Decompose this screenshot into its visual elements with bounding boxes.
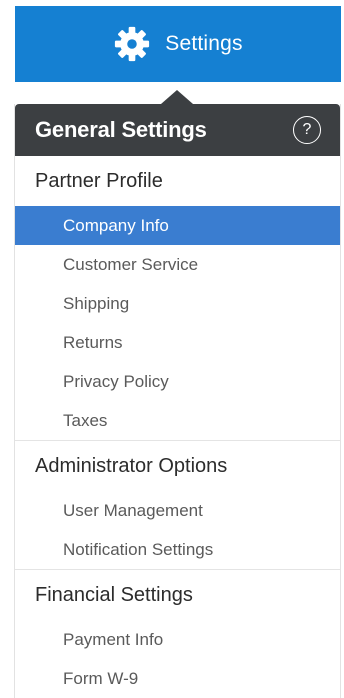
section-partner-profile: Partner Profile Company Info Customer Se…	[15, 156, 340, 441]
panel-header: General Settings ?	[15, 104, 340, 156]
question-circle-icon[interactable]: ?	[293, 116, 321, 144]
section-financial-settings: Financial Settings Payment Info Form W-9	[15, 570, 340, 698]
section-administrator-options: Administrator Options User Management No…	[15, 441, 340, 570]
settings-button-label: Settings	[165, 32, 243, 55]
help-glyph: ?	[302, 121, 312, 138]
nav-item-returns[interactable]: Returns	[15, 323, 340, 362]
panel-title: General Settings	[35, 117, 207, 142]
section-title: Administrator Options	[35, 455, 228, 477]
nav-item-taxes[interactable]: Taxes	[15, 401, 340, 440]
nav-item-company-info[interactable]: Company Info	[15, 206, 340, 245]
section-title: Financial Settings	[35, 584, 193, 606]
nav-item-shipping[interactable]: Shipping	[15, 284, 340, 323]
nav-item-notification-settings[interactable]: Notification Settings	[15, 530, 340, 569]
nav-item-form-w9[interactable]: Form W-9	[15, 659, 340, 698]
nav-item-payment-info[interactable]: Payment Info	[15, 620, 340, 659]
general-settings-panel: General Settings ? Partner Profile Compa…	[14, 104, 341, 698]
nav-item-privacy-policy[interactable]: Privacy Policy	[15, 362, 340, 401]
settings-button[interactable]: Settings	[15, 6, 341, 82]
section-title: Partner Profile	[35, 170, 163, 192]
nav-item-customer-service[interactable]: Customer Service	[15, 245, 340, 284]
nav-item-user-management[interactable]: User Management	[15, 491, 340, 530]
dropdown-caret	[161, 90, 193, 104]
gear-icon	[115, 26, 150, 62]
